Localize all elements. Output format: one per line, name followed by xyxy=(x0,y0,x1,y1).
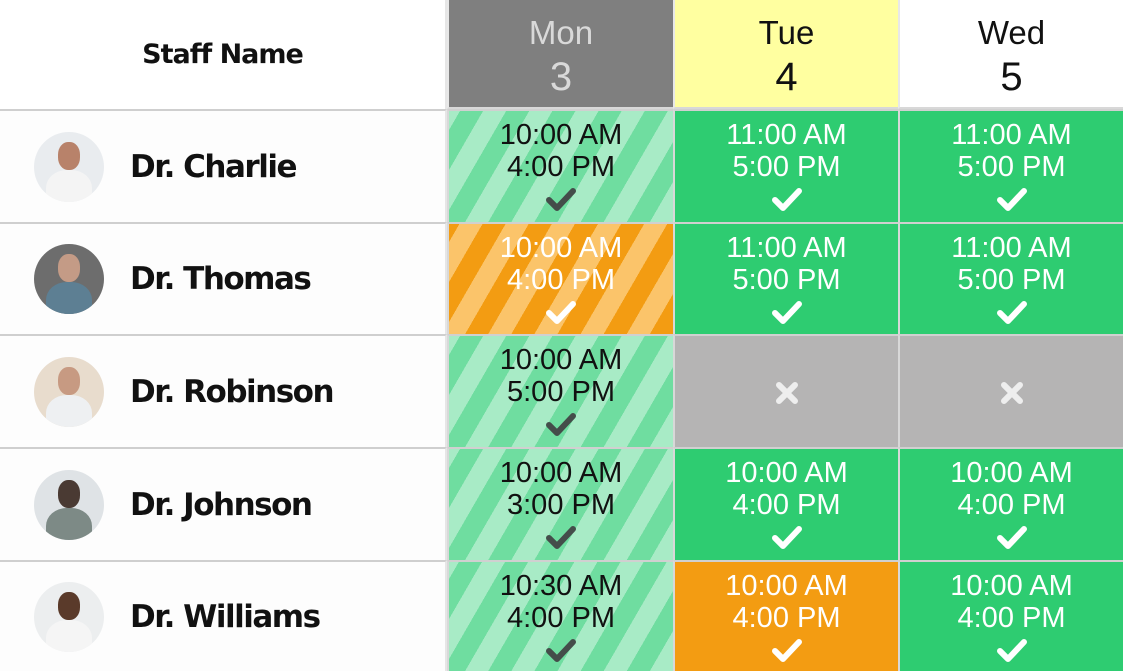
shift-cell[interactable]: 11:00 AM 5:00 PM xyxy=(673,109,898,222)
check-icon xyxy=(771,523,802,553)
shift-start-time: 11:00 AM xyxy=(951,119,1072,151)
check-icon xyxy=(771,298,802,328)
x-icon xyxy=(997,378,1027,408)
staff-row-header[interactable]: Dr. Williams xyxy=(0,560,447,671)
shift-start-time: 10:00 AM xyxy=(499,344,623,376)
shift-end-time: 5:00 PM xyxy=(732,264,841,296)
avatar xyxy=(34,469,104,540)
staff-row-header[interactable]: Dr. Thomas xyxy=(0,222,447,334)
avatar xyxy=(34,131,104,202)
shift-end-time: 4:00 PM xyxy=(957,489,1066,521)
day-name: Tue xyxy=(758,13,815,51)
shift-end-time: 4:00 PM xyxy=(507,151,615,183)
day-name: Wed xyxy=(977,13,1046,51)
shift-end-time: 5:00 PM xyxy=(507,376,615,408)
shift-start-time: 10:00 AM xyxy=(725,570,848,602)
shift-start-time: 11:00 AM xyxy=(726,232,847,264)
check-icon xyxy=(546,636,576,666)
shift-start-time: 10:00 AM xyxy=(950,570,1073,602)
shift-start-time: 10:00 AM xyxy=(950,457,1073,489)
check-icon xyxy=(996,185,1027,215)
day-date: 5 xyxy=(1000,54,1023,99)
shift-start-time: 10:00 AM xyxy=(499,232,623,264)
x-icon xyxy=(772,378,802,408)
staff-name: Dr. Johnson xyxy=(130,486,313,523)
shift-cell[interactable]: 11:00 AM 5:00 PM xyxy=(673,222,898,334)
shift-end-time: 4:00 PM xyxy=(732,489,841,521)
avatar xyxy=(34,244,104,314)
shift-end-time: 4:00 PM xyxy=(732,602,841,634)
shift-cell[interactable]: 11:00 AM 5:00 PM xyxy=(898,109,1123,222)
staff-row-header[interactable]: Dr. Robinson xyxy=(0,334,447,447)
shift-end-time: 5:00 PM xyxy=(732,151,841,183)
shift-end-time: 3:00 PM xyxy=(507,489,615,521)
shift-end-time: 4:00 PM xyxy=(507,264,615,296)
check-icon xyxy=(546,410,576,440)
staff-row-header[interactable]: Dr. Johnson xyxy=(0,447,447,560)
check-icon xyxy=(996,523,1027,553)
day-date: 3 xyxy=(549,54,573,99)
day-date: 4 xyxy=(775,54,798,99)
day-header-wed[interactable]: Wed 5 xyxy=(898,0,1123,109)
avatar xyxy=(34,581,104,652)
shift-start-time: 10:00 AM xyxy=(725,457,848,489)
shift-start-time: 10:00 AM xyxy=(499,457,623,489)
check-icon xyxy=(771,185,802,215)
day-header-mon[interactable]: Mon 3 xyxy=(447,0,673,109)
shift-cell[interactable]: 10:00 AM 4:00 PM xyxy=(673,560,898,671)
shift-end-time: 4:00 PM xyxy=(957,602,1066,634)
check-icon xyxy=(996,298,1027,328)
check-icon xyxy=(771,636,802,666)
staff-column-header: Staff Name xyxy=(0,0,447,109)
check-icon xyxy=(546,185,576,215)
shift-end-time: 5:00 PM xyxy=(957,151,1066,183)
staff-name: Dr. Charlie xyxy=(130,148,297,185)
staff-schedule-grid: Staff Name Mon 3 Tue 4 Wed 5 Dr. Charlie… xyxy=(0,0,1123,671)
shift-cell-off[interactable] xyxy=(898,334,1123,447)
shift-cell[interactable]: 10:00 AM 4:00 PM xyxy=(447,222,673,334)
shift-cell[interactable]: 11:00 AM 5:00 PM xyxy=(898,222,1123,334)
check-icon xyxy=(546,523,576,553)
staff-column-label: Staff Name xyxy=(142,39,304,70)
avatar xyxy=(34,356,104,427)
shift-start-time: 11:00 AM xyxy=(951,232,1072,264)
shift-start-time: 10:30 AM xyxy=(499,570,623,602)
shift-cell[interactable]: 10:30 AM 4:00 PM xyxy=(447,560,673,671)
day-header-tue[interactable]: Tue 4 xyxy=(673,0,898,109)
staff-row-header[interactable]: Dr. Charlie xyxy=(0,109,447,222)
shift-cell[interactable]: 10:00 AM 4:00 PM xyxy=(673,447,898,560)
day-name: Mon xyxy=(528,13,594,51)
shift-end-time: 5:00 PM xyxy=(957,264,1066,296)
shift-start-time: 11:00 AM xyxy=(726,119,847,151)
staff-name: Dr. Robinson xyxy=(130,373,335,410)
shift-cell[interactable]: 10:00 AM 4:00 PM xyxy=(447,109,673,222)
check-icon xyxy=(546,298,576,328)
shift-cell[interactable]: 10:00 AM 3:00 PM xyxy=(447,447,673,560)
shift-cell[interactable]: 10:00 AM 4:00 PM xyxy=(898,560,1123,671)
check-icon xyxy=(996,636,1027,666)
staff-name: Dr. Thomas xyxy=(130,261,312,297)
shift-start-time: 10:00 AM xyxy=(499,119,623,151)
staff-name: Dr. Williams xyxy=(130,598,321,635)
shift-cell-off[interactable] xyxy=(673,334,898,447)
shift-cell[interactable]: 10:00 AM 5:00 PM xyxy=(447,334,673,447)
shift-cell[interactable]: 10:00 AM 4:00 PM xyxy=(898,447,1123,560)
shift-end-time: 4:00 PM xyxy=(507,602,615,634)
